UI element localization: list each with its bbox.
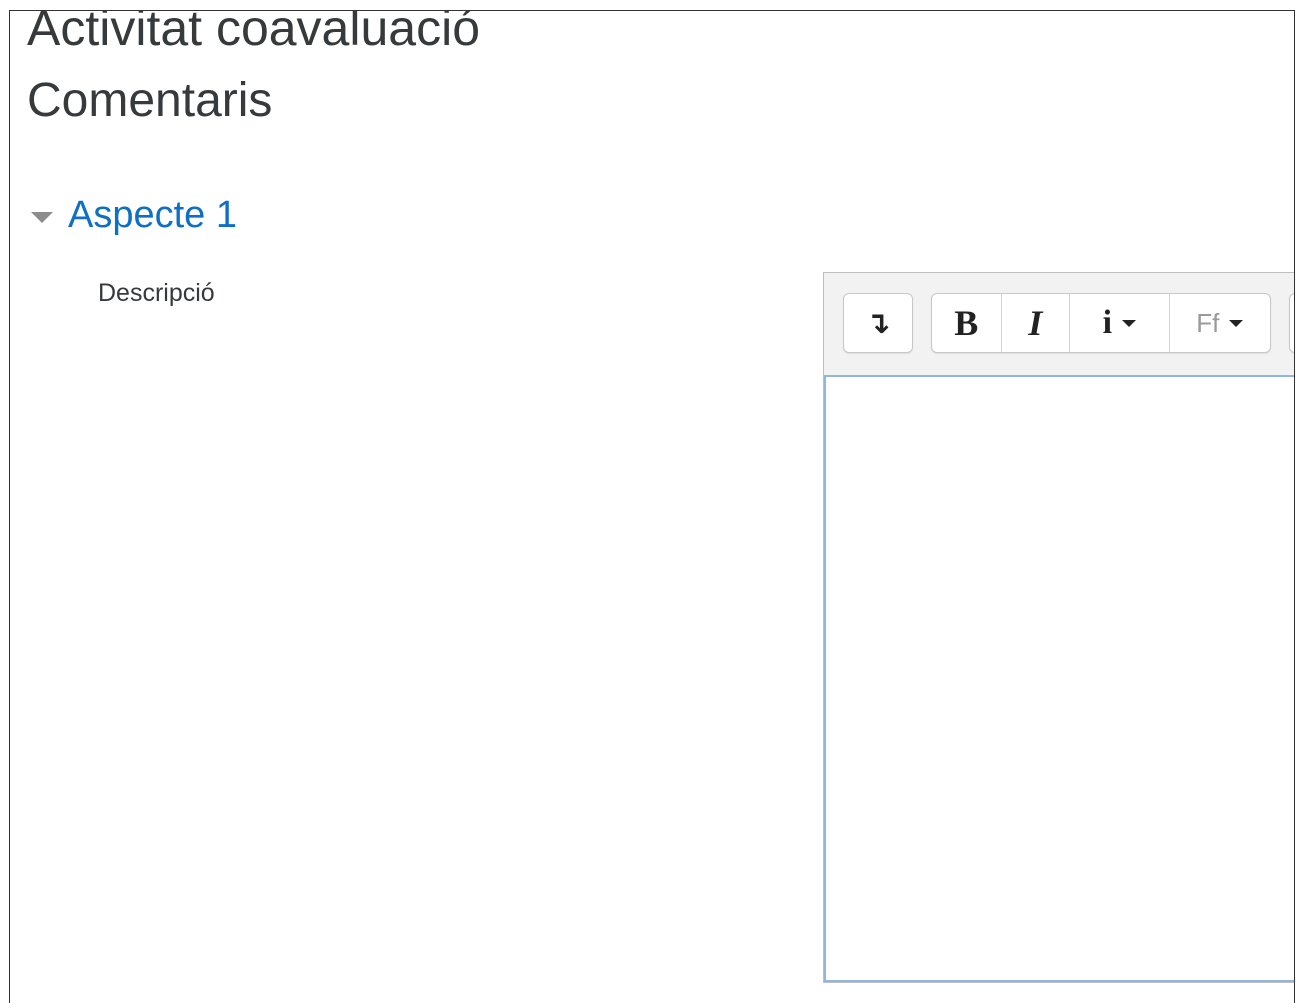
editor-content-area[interactable]	[824, 375, 1294, 982]
bold-icon: B	[954, 303, 979, 343]
toolbar-group-collapse: ↴	[843, 293, 913, 353]
font-family-dropdown-button[interactable]: Ff	[1170, 294, 1270, 352]
bold-button[interactable]: B	[932, 294, 1002, 352]
caret-down-icon	[31, 211, 53, 223]
description-label: Descripció	[98, 279, 215, 307]
editor-toolbar: ↴ B I i Ff	[824, 273, 1294, 376]
style-dropdown-button[interactable]: i	[1070, 294, 1170, 352]
dropdown-arrow-icon	[1229, 319, 1244, 327]
aspect-title[interactable]: Aspecte 1	[68, 191, 237, 239]
section-title: Comentaris	[27, 74, 273, 127]
italic-icon: I	[1028, 303, 1043, 343]
info-icon: i	[1102, 304, 1113, 341]
italic-button[interactable]: I	[1002, 294, 1071, 352]
aspect-collapse-toggle[interactable]: Aspecte 1	[31, 191, 237, 239]
toolbar-group-next	[1289, 293, 1294, 353]
font-family-icon: Ff	[1196, 307, 1220, 338]
page-frame: Activitat coavaluació Comentaris Aspecte…	[9, 10, 1295, 1003]
toolbar-group-style: B I i Ff	[931, 293, 1271, 353]
page-title: Activitat coavaluació	[27, 10, 481, 56]
show-more-buttons-button[interactable]: ↴	[844, 294, 912, 352]
rich-text-editor: ↴ B I i Ff	[823, 272, 1294, 983]
collapse-toggle-icon: ↴	[865, 306, 891, 340]
dropdown-arrow-icon	[1122, 319, 1137, 327]
